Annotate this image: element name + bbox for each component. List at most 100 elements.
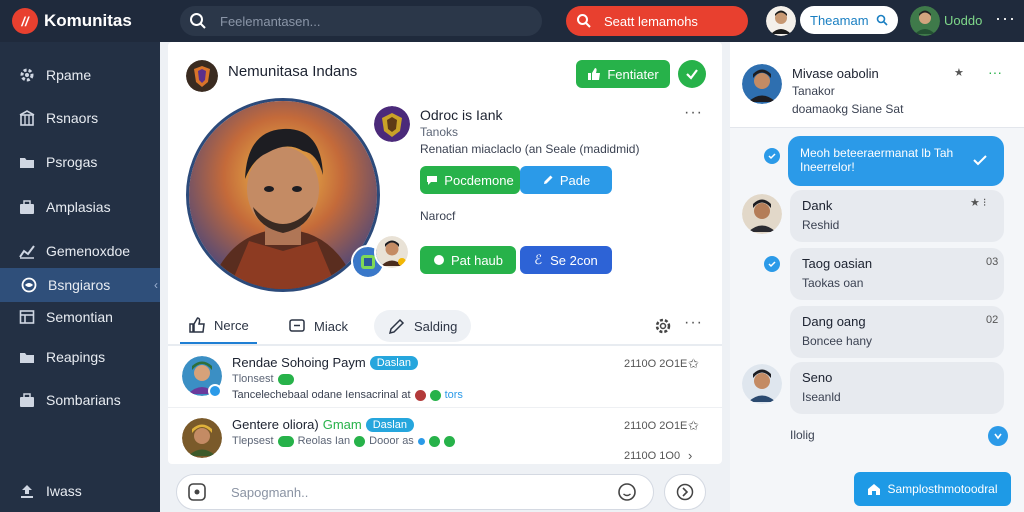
search-cta-button[interactable]: Seatt lemamohs bbox=[566, 6, 748, 36]
share-button[interactable]: ℰ Se 2con bbox=[520, 246, 612, 274]
tab-label: Miack bbox=[314, 318, 348, 334]
avatar bbox=[742, 364, 782, 404]
composer-placeholder: Sapogmanh.. bbox=[231, 485, 309, 500]
message-sender: Taog oasian bbox=[802, 256, 873, 271]
message-text: Taokas oan bbox=[802, 276, 864, 290]
sidebar-item-applications[interactable]: Amplasias bbox=[0, 190, 160, 224]
sidebar-footer-item[interactable]: Iwass bbox=[0, 474, 160, 508]
cta-label: Seatt lemamohs bbox=[604, 13, 698, 29]
verified-button[interactable] bbox=[678, 60, 706, 88]
post-title-tail: Gmam bbox=[322, 417, 362, 432]
message-meta: 02 bbox=[986, 314, 999, 326]
more-icon[interactable]: ··· bbox=[995, 8, 1016, 29]
send-button[interactable] bbox=[664, 474, 706, 510]
current-user-name[interactable]: Uoddo bbox=[944, 13, 982, 28]
message-composer[interactable]: Sapogmanh.. bbox=[176, 474, 654, 510]
user-pill[interactable]: Theamam bbox=[800, 6, 898, 34]
community-badge-icon bbox=[186, 60, 218, 92]
more-icon[interactable]: ··· bbox=[684, 104, 703, 122]
check-icon bbox=[686, 69, 698, 80]
chevron-right-icon[interactable]: › bbox=[688, 448, 692, 463]
share-icon: ℰ bbox=[534, 252, 543, 267]
join-label: Fentiater bbox=[607, 66, 659, 82]
share-label: Se 2con bbox=[550, 252, 598, 268]
sidebar-item-settings[interactable]: Sombarians bbox=[0, 383, 160, 417]
attach-icon[interactable] bbox=[187, 482, 207, 507]
reaction-icon bbox=[443, 435, 455, 447]
sidebar-item-reports[interactable]: Reapings bbox=[0, 340, 160, 374]
sidebar-item-label: Reapings bbox=[46, 349, 106, 365]
post-description-text: Dooor as bbox=[369, 435, 414, 447]
more-icon[interactable]: ··· bbox=[988, 64, 1002, 80]
secondary-action-button[interactable]: Pade bbox=[520, 166, 612, 194]
sidebar-item-active[interactable]: Bsngiaros ‹ bbox=[0, 268, 160, 302]
message-bubble-incoming[interactable]: Taog oasian Taokas oan 03 bbox=[790, 248, 1004, 300]
tab-settings[interactable]: Salding bbox=[374, 310, 472, 342]
follow-label: Pat haub bbox=[450, 252, 504, 268]
avatar bbox=[182, 418, 222, 458]
reaction-icon bbox=[429, 389, 441, 401]
briefcase-icon bbox=[18, 198, 36, 216]
scroll-down-icon[interactable] bbox=[988, 426, 1008, 446]
post-date: 2110O 2O1E bbox=[624, 358, 688, 370]
sidebar-item-games[interactable]: Gemenoxdoe bbox=[0, 234, 160, 268]
home-icon bbox=[868, 484, 881, 495]
tab-label: Salding bbox=[414, 318, 458, 334]
message-bubble-incoming[interactable]: Dang oang Boncee hany 02 bbox=[790, 306, 1004, 358]
building-icon bbox=[18, 109, 36, 127]
pin-icon[interactable]: ✩ bbox=[688, 356, 699, 372]
emoji-icon[interactable] bbox=[617, 482, 637, 507]
more-icon[interactable]: ··· bbox=[684, 314, 703, 332]
search-input[interactable]: Feelemantasen... bbox=[180, 6, 542, 36]
primary-action-label: Pocdemone bbox=[444, 172, 514, 188]
pencil-icon bbox=[543, 175, 553, 184]
post-title: Gentere oliora) Gmam Daslan bbox=[232, 417, 414, 432]
gear-icon[interactable] bbox=[654, 317, 672, 340]
pin-icon[interactable]: ✩ bbox=[688, 418, 699, 434]
avatar[interactable] bbox=[766, 6, 796, 36]
upload-icon bbox=[18, 482, 36, 500]
sidebar-item-label: Sombarians bbox=[46, 392, 121, 408]
list-item[interactable]: Rendae Sohoing Paym Daslan Tlonsest Tanc… bbox=[168, 348, 722, 408]
sidebar-footer-label: Iwass bbox=[46, 483, 82, 499]
sidebar-item-content[interactable]: Semontian bbox=[0, 300, 160, 334]
message-bubble-incoming[interactable]: Seno Iseanld bbox=[790, 362, 1004, 414]
tab-bar: Nerce Miack Salding ··· bbox=[168, 308, 722, 346]
avatar[interactable] bbox=[374, 234, 410, 270]
layout-icon bbox=[18, 308, 36, 326]
community-title: Nemunitasa Indans bbox=[228, 63, 358, 80]
brand[interactable]: // Komunitas bbox=[0, 0, 160, 42]
chat-contact-name: Mivase oabolin bbox=[792, 66, 879, 81]
follow-button[interactable]: Pat haub bbox=[420, 246, 516, 274]
reaction-icon bbox=[414, 389, 426, 401]
folder-icon bbox=[18, 153, 36, 171]
sidebar-item-home[interactable]: Rpame bbox=[0, 58, 160, 92]
sidebar-item-programs[interactable]: Psrogas bbox=[0, 145, 160, 179]
message-text: Boncee hany bbox=[802, 334, 873, 348]
chat-action-button[interactable]: Samplosthmotoodral bbox=[854, 472, 1011, 506]
post-subtitle-text: Tlonsest bbox=[232, 373, 274, 385]
chat-contact-status: Tanakor bbox=[792, 84, 835, 98]
primary-action-button[interactable]: Pocdemone bbox=[420, 166, 520, 194]
reaction-icon: ★ ⁝ bbox=[970, 197, 987, 209]
list-item[interactable]: Gentere oliora) Gmam Daslan Tlepsest Reo… bbox=[168, 410, 722, 470]
post-description-text: Tancelechebaal odane Iensacrinal at bbox=[232, 389, 411, 401]
message-bubble-incoming[interactable]: Dank Reshid ★ ⁝ bbox=[790, 190, 1004, 242]
post-title-text: Rendae Sohoing Paym bbox=[232, 355, 366, 370]
chat-header[interactable]: Mivase oabolin Tanakor doamaokg Siane Sa… bbox=[730, 42, 1024, 128]
join-button[interactable]: Fentiater bbox=[576, 60, 670, 88]
sidebar-item-label: Bsngiaros bbox=[48, 277, 111, 293]
sidebar-item-sponsors[interactable]: Rsnaors bbox=[0, 101, 160, 135]
profile-name: Odroc is Iank bbox=[420, 107, 503, 123]
avatar[interactable] bbox=[910, 6, 940, 36]
read-indicator-icon bbox=[764, 256, 780, 272]
app-window: // Komunitas Feelemantasen... Seatt lema… bbox=[0, 0, 1024, 512]
reaction-icon: ★ bbox=[954, 67, 964, 79]
message-bubble-outgoing[interactable]: Meoh beteeraermanat lb Tah Ineerrelor! bbox=[788, 136, 1004, 186]
search-icon bbox=[876, 14, 888, 26]
tab-news[interactable]: Nerce bbox=[180, 308, 257, 344]
post-title-text: Gentere oliora) bbox=[232, 417, 319, 432]
briefcase-icon bbox=[18, 391, 36, 409]
tab-messages[interactable]: Miack bbox=[280, 308, 356, 344]
message-sender: Seno bbox=[802, 370, 833, 385]
